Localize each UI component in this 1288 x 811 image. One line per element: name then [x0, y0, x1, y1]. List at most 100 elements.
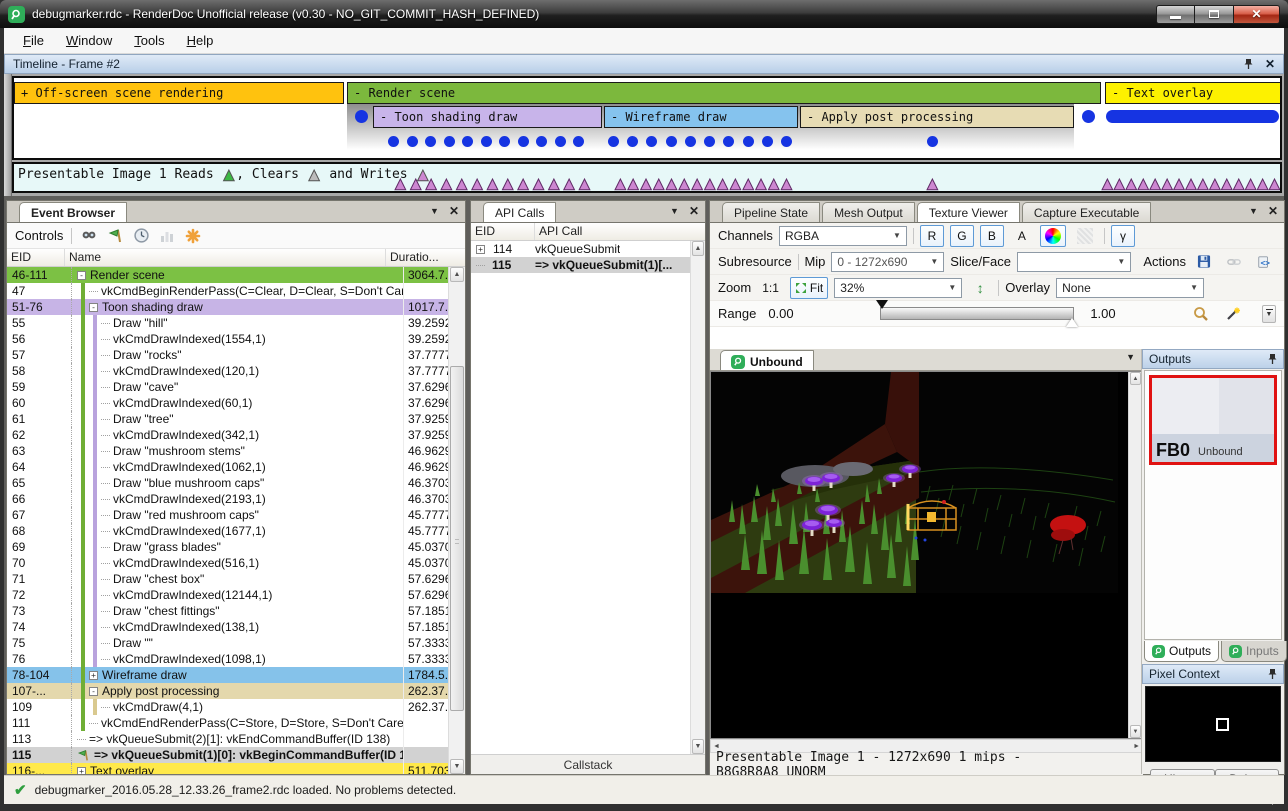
close-icon[interactable]: ✕: [1265, 57, 1275, 71]
collapse-icon[interactable]: -: [89, 303, 98, 312]
scroll-left-icon[interactable]: ◄: [713, 743, 720, 750]
timeline-panel-header[interactable]: Timeline - Frame #2 ✕: [4, 54, 1284, 74]
pin-icon[interactable]: [1268, 353, 1277, 365]
event-row[interactable]: 64vkCmdDrawIndexed(1062,1)46.96296: [7, 459, 465, 475]
toolbar-overflow-button[interactable]: ▼: [1262, 305, 1276, 323]
channel-alpha-button[interactable]: A: [1010, 225, 1034, 247]
open-code-button[interactable]: <>: [1252, 251, 1276, 273]
event-row[interactable]: 73Draw "chest fittings"57.18518: [7, 603, 465, 619]
draw-capsule[interactable]: [1106, 110, 1279, 123]
find-icon[interactable]: [80, 227, 98, 245]
api-call-row[interactable]: +114vkQueueSubmit: [471, 241, 705, 257]
pixel-context-header[interactable]: Pixel Context: [1142, 664, 1284, 684]
range-min-value[interactable]: 0.00: [762, 306, 868, 321]
viewport-vscrollbar[interactable]: ▲ ▼: [1128, 372, 1142, 738]
event-row[interactable]: 56vkCmdDrawIndexed(1554,1)39.25926: [7, 331, 465, 347]
scrollbar-thumb[interactable]: [450, 366, 464, 711]
close-icon[interactable]: ✕: [449, 204, 459, 218]
timeline-marker[interactable]: + Off-screen scene rendering: [14, 82, 344, 104]
event-row[interactable]: 65Draw "blue mushroom caps"46.37037: [7, 475, 465, 491]
event-row[interactable]: 59Draw "cave"37.62963: [7, 379, 465, 395]
scroll-right-icon[interactable]: ►: [1133, 743, 1140, 750]
checkerboard-button[interactable]: [1072, 225, 1098, 247]
event-row[interactable]: 46-111-Render scene3064.7...: [7, 267, 465, 283]
event-row[interactable]: 67Draw "red mushroom caps"45.77778: [7, 507, 465, 523]
statistics-icon[interactable]: [158, 227, 176, 245]
event-row[interactable]: 70vkCmdDrawIndexed(516,1)45.03704: [7, 555, 465, 571]
event-row[interactable]: 113=> vkQueueSubmit(2)[1]: vkEndCommandB…: [7, 731, 465, 747]
api-calls-scrollbar[interactable]: ▲ ▼: [690, 241, 705, 754]
event-row[interactable]: 57Draw "rocks"37.77778: [7, 347, 465, 363]
collapse-icon[interactable]: -: [77, 271, 86, 280]
gamma-button[interactable]: γ: [1111, 225, 1135, 247]
maximize-button[interactable]: [1195, 5, 1234, 24]
panel-menu-icon[interactable]: ▼: [1249, 206, 1258, 216]
event-browser-scrollbar[interactable]: ▲ ▼: [448, 267, 465, 774]
event-row[interactable]: 71Draw "chest box"57.62963: [7, 571, 465, 587]
tab-inputs[interactable]: Inputs: [1221, 641, 1287, 662]
event-row[interactable]: 109vkCmdDraw(4,1)262.37...: [7, 699, 465, 715]
overlay-select[interactable]: None▼: [1056, 278, 1204, 298]
collapse-icon[interactable]: -: [89, 687, 98, 696]
bookmark-flag-icon[interactable]: [106, 227, 124, 245]
event-row[interactable]: 116-...+Text overlay511.7037: [7, 763, 465, 774]
channel-red-button[interactable]: R: [920, 225, 944, 247]
event-browser-header[interactable]: EID Name Duratio...: [7, 249, 465, 267]
pin-icon[interactable]: [1244, 58, 1253, 70]
zoom-fit-button[interactable]: Fit: [790, 277, 828, 299]
timeline-marker[interactable]: - Render scene: [347, 82, 1101, 104]
event-row[interactable]: 69Draw "grass blades"45.03704: [7, 539, 465, 555]
expand-icon[interactable]: +: [77, 767, 86, 775]
range-max-value[interactable]: 1.00: [1086, 306, 1182, 321]
event-row[interactable]: 63Draw "mushroom stems"46.96296: [7, 443, 465, 459]
scroll-up-icon[interactable]: ▲: [450, 267, 464, 282]
tab-api-calls[interactable]: API Calls: [483, 202, 556, 222]
minimize-button[interactable]: [1156, 5, 1195, 24]
star-icon[interactable]: [184, 227, 202, 245]
write-triangles[interactable]: ▲: [927, 178, 941, 191]
scroll-up-icon[interactable]: ▲: [1130, 372, 1141, 385]
menu-window[interactable]: Window: [57, 30, 121, 51]
close-icon[interactable]: ✕: [1268, 204, 1278, 218]
scroll-down-icon[interactable]: ▼: [692, 739, 704, 754]
tab-outputs[interactable]: Outputs: [1144, 641, 1219, 662]
draw-dots-row[interactable]: [608, 136, 792, 147]
api-calls-header[interactable]: EID API Call: [471, 223, 705, 241]
event-row[interactable]: 47vkCmdBeginRenderPass(C=Clear, D=Clear,…: [7, 283, 465, 299]
event-row[interactable]: 74vkCmdDrawIndexed(138,1)57.18518: [7, 619, 465, 635]
slice-face-select[interactable]: ▼: [1017, 252, 1131, 272]
draw-dot[interactable]: [1082, 110, 1095, 123]
time-icon[interactable]: [132, 227, 150, 245]
tab-capture-executable[interactable]: Capture Executable: [1022, 202, 1151, 222]
event-row[interactable]: 51-76-Toon shading draw1017.7...: [7, 299, 465, 315]
zoom-range-button[interactable]: [1188, 303, 1214, 325]
tab-list-icon[interactable]: ▼: [1126, 352, 1135, 362]
event-row[interactable]: 61Draw "tree"37.92593: [7, 411, 465, 427]
timeline-marker[interactable]: - Toon shading draw: [373, 106, 602, 128]
menu-help[interactable]: Help: [178, 30, 223, 51]
zoom-1to1-button[interactable]: 1:1: [757, 277, 784, 299]
fb0-thumbnail[interactable]: FB0 Unbound: [1149, 375, 1277, 465]
write-triangles[interactable]: ▲▲▲▲▲▲▲▲▲▲▲▲▲▲▲: [1102, 178, 1280, 191]
tab-texture-viewer[interactable]: Texture Viewer: [917, 202, 1020, 222]
event-row[interactable]: 78-104+Wireframe draw1784.5...: [7, 667, 465, 683]
channel-blue-button[interactable]: B: [980, 225, 1004, 247]
draw-dots-row[interactable]: [388, 136, 584, 147]
event-row[interactable]: 76vkCmdDrawIndexed(1098,1)57.33333: [7, 651, 465, 667]
texture-viewport[interactable]: ▲ ▼: [710, 371, 1143, 739]
timeline-marker[interactable]: - Text overlay: [1105, 82, 1282, 104]
expand-icon[interactable]: +: [476, 245, 485, 254]
pixel-context-view[interactable]: [1145, 686, 1281, 762]
draw-dots-row[interactable]: [927, 136, 939, 147]
event-row[interactable]: 58vkCmdDrawIndexed(120,1)37.77778: [7, 363, 465, 379]
event-row[interactable]: 75Draw ""57.33333: [7, 635, 465, 651]
scroll-down-icon[interactable]: ▼: [1130, 725, 1141, 738]
range-slider[interactable]: [880, 307, 1074, 320]
event-row[interactable]: 66vkCmdDrawIndexed(2193,1)46.37037: [7, 491, 465, 507]
zoom-select[interactable]: 32%▼: [834, 278, 962, 298]
tab-mesh-output[interactable]: Mesh Output: [822, 202, 915, 222]
channels-select[interactable]: RGBA▼: [779, 226, 907, 246]
write-triangles[interactable]: ▲▲▲▲▲▲▲▲▲▲▲▲▲: [395, 178, 590, 191]
range-black-marker[interactable]: [876, 300, 888, 309]
tab-event-browser[interactable]: Event Browser: [19, 202, 127, 222]
